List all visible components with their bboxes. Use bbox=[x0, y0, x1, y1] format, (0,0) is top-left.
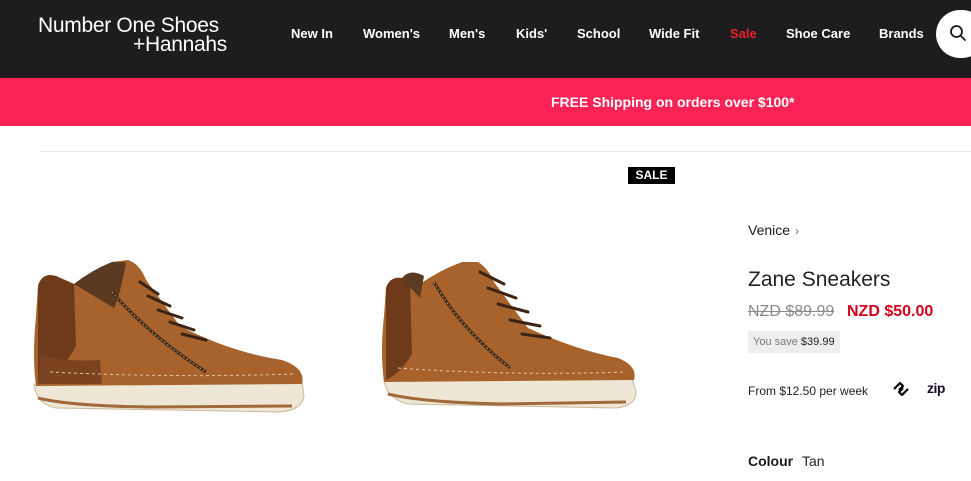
product-title: Zane Sneakers bbox=[748, 268, 891, 291]
zip-label: zip bbox=[927, 380, 945, 396]
nav-sale[interactable]: Sale bbox=[730, 26, 757, 41]
colour-value: Tan bbox=[802, 453, 825, 469]
product-image-side[interactable] bbox=[30, 256, 310, 426]
sale-badge: SALE bbox=[628, 167, 675, 184]
search-icon bbox=[950, 25, 966, 41]
nav-school[interactable]: School bbox=[577, 26, 620, 41]
product-image-angled[interactable] bbox=[380, 258, 640, 423]
zip-logo[interactable]: zip bbox=[927, 380, 945, 396]
colour-label: Colour bbox=[748, 453, 794, 469]
promo-banner[interactable]: FREE Shipping on orders over $100* bbox=[0, 78, 971, 126]
brand-link[interactable]: Venice › bbox=[748, 222, 799, 238]
chevron-right-icon: › bbox=[795, 224, 800, 238]
nav-kids[interactable]: Kids' bbox=[516, 26, 547, 41]
brand-name: Venice bbox=[748, 222, 791, 238]
site-header: Number One Shoes +Hannahs New In Women's… bbox=[0, 0, 971, 78]
search-button[interactable] bbox=[936, 10, 971, 58]
original-price: NZD $89.99 bbox=[748, 303, 835, 320]
nav-new-in[interactable]: New In bbox=[291, 26, 333, 41]
nav-shoe-care[interactable]: Shoe Care bbox=[786, 26, 850, 41]
savings-badge: You save $39.99 bbox=[748, 331, 840, 353]
installment-text: From $12.50 per week bbox=[748, 384, 869, 398]
sale-price: NZD $50.00 bbox=[847, 303, 934, 320]
savings-label: You save bbox=[753, 336, 798, 348]
promo-text: FREE Shipping on orders over $100* bbox=[551, 94, 795, 110]
nav-wide-fit[interactable]: Wide Fit bbox=[649, 26, 699, 41]
nav-brands[interactable]: Brands bbox=[879, 26, 924, 41]
afterpay-icon[interactable] bbox=[890, 380, 912, 398]
nav-mens[interactable]: Men's bbox=[449, 26, 485, 41]
divider bbox=[40, 151, 971, 152]
logo-line-2: +Hannahs bbox=[133, 33, 227, 56]
savings-amount: $39.99 bbox=[800, 336, 835, 348]
nav-womens[interactable]: Women's bbox=[363, 26, 420, 41]
site-logo[interactable]: Number One Shoes +Hannahs bbox=[38, 14, 238, 58]
